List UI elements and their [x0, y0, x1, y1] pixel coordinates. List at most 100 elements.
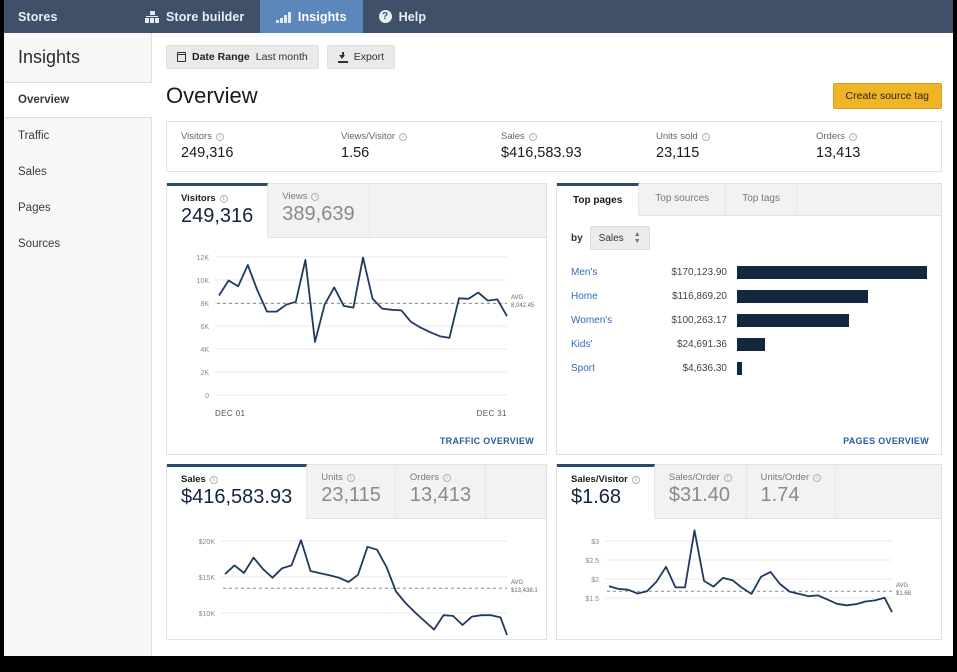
svg-text:$3: $3 — [591, 539, 599, 546]
average-value: 8,042.45 — [511, 303, 535, 309]
page-name[interactable]: Men's — [571, 267, 641, 278]
tab-label: Orders — [409, 472, 439, 483]
svg-text:10K: 10K — [197, 278, 210, 285]
tab-value: 23,115 — [321, 484, 381, 506]
tab-label: Sales — [181, 474, 206, 485]
pages-overview-link[interactable]: PAGES OVERVIEW — [557, 430, 941, 454]
info-icon[interactable]: i — [631, 475, 640, 484]
kpi-value: 1.56 — [341, 145, 370, 161]
app-window: Stores Store builder Insights ? Help Ins… — [4, 0, 953, 656]
sales-per-visitor-line-chart-svg: $3 $2.5 $2 $1.5 AVG $1.68 — [585, 529, 912, 613]
sidebar-item-pages[interactable]: Pages — [4, 190, 151, 226]
info-icon[interactable]: i — [813, 473, 822, 482]
sidebar-title: Insights — [18, 47, 81, 67]
list-item[interactable]: Women's $100,263.17 — [571, 308, 927, 332]
page-value: $116,869.20 — [672, 290, 727, 302]
date-range-label: Date Range — [192, 51, 250, 63]
kpi-value: 13,413 — [816, 145, 861, 161]
info-icon[interactable]: i — [399, 132, 408, 141]
info-icon[interactable]: i — [311, 192, 320, 201]
tab-label: Visitors — [181, 193, 216, 204]
bar-chart-icon — [276, 10, 291, 23]
average-label: AVG — [896, 583, 909, 589]
page-name[interactable]: Women's — [571, 315, 641, 326]
page-value: $100,263.17 — [671, 314, 727, 326]
tab-sales-per-visitor[interactable]: Sales/Visitor i $1.68 — [557, 464, 655, 519]
y-axis-ticks: $20K $15K $10K — [199, 539, 216, 618]
export-button[interactable]: Export — [326, 45, 396, 69]
sales-panel-tabs: Sales i $416,583.93 Units i 23,115 Orders i… — [167, 464, 546, 519]
kpi-summary-bar: Visitors i 249,316 Views/Visitor i 1.56 Sa… — [166, 121, 942, 172]
tab-units[interactable]: Units i 23,115 — [307, 465, 396, 518]
chevron-updown-icon: ▲ ▼ — [633, 231, 641, 245]
info-icon[interactable]: i — [219, 194, 228, 203]
nav-item-insights[interactable]: Insights — [260, 0, 363, 33]
svg-text:$15K: $15K — [199, 575, 216, 582]
top-navigation: Stores Store builder Insights ? Help — [4, 0, 953, 33]
tab-views[interactable]: Views i 389,639 — [268, 184, 370, 237]
list-item[interactable]: Men's $170,123.90 — [571, 260, 927, 284]
sort-by-value: Sales — [598, 232, 624, 244]
value-bar — [737, 361, 743, 375]
visitors-series-line — [218, 256, 508, 343]
tab-sales[interactable]: Sales i $416,583.93 — [167, 464, 308, 519]
tab-top-tags[interactable]: Top tags — [726, 184, 797, 215]
tab-top-sources[interactable]: Top sources — [639, 184, 727, 215]
info-icon[interactable]: i — [442, 473, 451, 482]
page-name[interactable]: Home — [571, 291, 641, 302]
kpi-units-sold: Units sold i 23,115 — [642, 131, 802, 161]
list-item[interactable]: Home $116,869.20 — [571, 284, 927, 308]
page-name[interactable]: Kids' — [571, 339, 641, 350]
value-bar — [737, 289, 868, 303]
sidebar-item-label: Sources — [18, 238, 61, 250]
nav-brand-stores[interactable]: Stores — [4, 0, 129, 33]
tab-value: 389,639 — [282, 203, 355, 225]
info-icon[interactable]: i — [701, 132, 710, 141]
sort-by-row: by Sales ▲ ▼ — [557, 216, 941, 256]
tab-sales-per-order[interactable]: Sales/Order i $31.40 — [654, 465, 747, 518]
tab-value: $416,583.93 — [181, 486, 293, 508]
tab-visitors[interactable]: Visitors i 249,316 — [167, 183, 269, 238]
svg-text:$20K: $20K — [199, 539, 216, 546]
sidebar-item-traffic[interactable]: Traffic — [4, 118, 151, 154]
page-name[interactable]: Sport — [571, 363, 641, 374]
tab-label: Top sources — [655, 193, 710, 204]
tab-value: $31.40 — [668, 484, 731, 506]
sidebar-item-sales[interactable]: Sales — [4, 154, 151, 190]
sort-by-select[interactable]: Sales ▲ ▼ — [589, 226, 650, 250]
nav-item-label: Insights — [297, 9, 347, 24]
info-icon[interactable]: i — [215, 132, 224, 141]
tab-value: $1.68 — [571, 486, 622, 508]
y-axis-ticks: $3 $2.5 $2 $1.5 — [585, 539, 599, 603]
tab-value: 249,316 — [181, 205, 254, 227]
info-icon[interactable]: i — [723, 473, 732, 482]
nav-item-store-builder[interactable]: Store builder — [129, 0, 260, 33]
visitors-line-chart-svg: 12K 10K 8K 6K 4K 2K 0 AVG 8,042.45 DEC 0… — [197, 255, 535, 418]
panel-row-bottom: Sales i $416,583.93 Units i 23,115 Orders i… — [166, 464, 942, 640]
info-icon[interactable]: i — [849, 132, 858, 141]
svg-text:$2: $2 — [591, 577, 599, 584]
tab-units-per-order[interactable]: Units/Order i 1.74 — [746, 465, 837, 518]
tab-top-pages[interactable]: Top pages — [557, 183, 640, 216]
svg-text:$2.5: $2.5 — [585, 558, 599, 565]
sidebar-item-overview[interactable]: Overview — [4, 82, 152, 118]
sales-panel: Sales i $416,583.93 Units i 23,115 Orders i… — [166, 464, 547, 640]
info-icon[interactable]: i — [346, 473, 355, 482]
sidebar-item-label: Traffic — [18, 130, 50, 142]
kpi-visitors: Visitors i 249,316 — [167, 131, 327, 161]
sitemap-icon — [145, 10, 159, 23]
nav-item-help[interactable]: ? Help — [363, 0, 443, 33]
pages-panel: Top pages Top sources Top tags by Sales — [556, 183, 942, 455]
sidebar-item-label: Sales — [18, 166, 47, 178]
date-range-button[interactable]: Date Range Last month — [166, 45, 319, 69]
tab-orders[interactable]: Orders i 13,413 — [395, 465, 487, 518]
create-source-tag-button[interactable]: Create source tag — [832, 83, 942, 109]
info-icon[interactable]: i — [209, 475, 218, 484]
average-label: AVG — [511, 580, 524, 586]
list-item[interactable]: Sport $4,636.30 — [571, 356, 927, 380]
traffic-overview-link[interactable]: TRAFFIC OVERVIEW — [167, 430, 546, 454]
list-item[interactable]: Kids' $24,691.36 — [571, 332, 927, 356]
info-icon[interactable]: i — [528, 132, 537, 141]
value-bar — [737, 265, 927, 279]
sidebar-item-sources[interactable]: Sources — [4, 226, 151, 262]
